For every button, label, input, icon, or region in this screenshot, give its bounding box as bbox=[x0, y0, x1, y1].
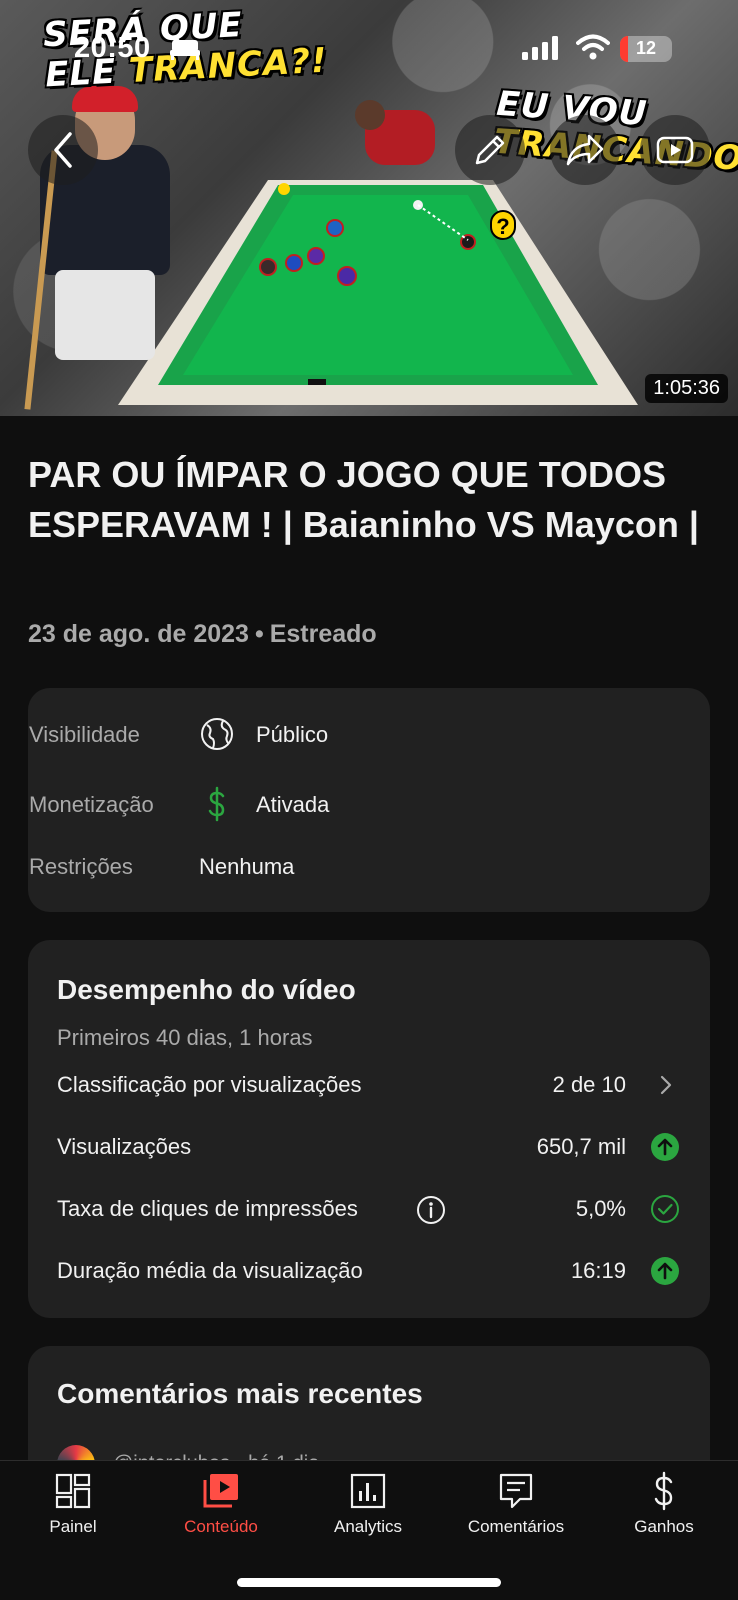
comments-icon bbox=[499, 1473, 533, 1509]
nav-label: Comentários bbox=[467, 1517, 565, 1536]
performance-subtitle: Primeiros 40 dias, 1 horas bbox=[57, 1025, 313, 1050]
analytics-icon bbox=[350, 1473, 386, 1509]
battery-icon: 12 bbox=[620, 36, 672, 62]
ctr-label: Taxa de cliques de impressões bbox=[57, 1196, 358, 1221]
arrow-up-circle-icon bbox=[651, 1133, 679, 1161]
visibility-label: Visibilidade bbox=[29, 722, 140, 747]
youtube-play-icon bbox=[656, 136, 694, 164]
arrow-up-circle-icon bbox=[651, 1257, 679, 1285]
info-icon[interactable] bbox=[415, 1194, 447, 1226]
video-duration-badge: 1:05:36 bbox=[645, 374, 728, 403]
nav-item-painel[interactable]: Painel bbox=[3, 1471, 143, 1537]
question-mark-icon: ? bbox=[490, 210, 516, 240]
open-youtube-button[interactable] bbox=[640, 115, 710, 185]
sleep-bed-icon bbox=[170, 40, 200, 60]
dollar-icon bbox=[208, 786, 225, 822]
views-value: 650,7 mil bbox=[536, 1134, 626, 1159]
video-thumbnail[interactable]: ? SERÁ QUE ELE TRANCA?! EU VOU TRANCANDO… bbox=[0, 0, 738, 416]
video-date: 23 de ago. de 2023 bbox=[28, 620, 249, 648]
nav-item-analytics[interactable]: Analytics bbox=[298, 1471, 438, 1537]
home-indicator[interactable] bbox=[237, 1578, 501, 1587]
share-button[interactable] bbox=[550, 115, 620, 185]
restrictions-value: Nenhuma bbox=[199, 854, 295, 879]
dollar-icon bbox=[654, 1471, 673, 1511]
chevron-right-icon bbox=[660, 1075, 672, 1095]
visibility-row[interactable]: Visibilidade Público bbox=[29, 718, 328, 750]
player-right-image bbox=[355, 100, 445, 180]
pool-table-image bbox=[118, 180, 638, 405]
ranking-value: 2 de 10 bbox=[552, 1072, 626, 1097]
ctr-row: Taxa de cliques de impressões 5,0% bbox=[57, 1192, 682, 1228]
meta-separator: • bbox=[254, 620, 264, 648]
chevron-left-icon bbox=[54, 132, 72, 168]
dashboard-icon bbox=[55, 1473, 91, 1509]
video-status: Estreado bbox=[269, 620, 377, 648]
avg-duration-row: Duração média da visualização 16:19 bbox=[57, 1254, 682, 1290]
check-circle-icon bbox=[651, 1195, 679, 1223]
views-row: Visualizações 650,7 mil bbox=[57, 1130, 682, 1166]
content-library-icon bbox=[203, 1474, 238, 1508]
cellular-signal-icon bbox=[522, 36, 558, 60]
status-bar: 20:50 12 bbox=[0, 0, 738, 100]
status-time: 20:50 bbox=[74, 32, 151, 64]
nav-item-ganhos[interactable]: Ganhos bbox=[594, 1471, 734, 1537]
visibility-value: Público bbox=[256, 722, 329, 747]
avg-duration-label: Duração média da visualização bbox=[57, 1258, 363, 1283]
nav-item-conteudo[interactable]: Conteúdo bbox=[151, 1471, 291, 1537]
restrictions-row[interactable]: Restrições Nenhuma bbox=[29, 854, 294, 880]
nav-label: Painel bbox=[49, 1517, 97, 1536]
comments-title: Comentários mais recentes bbox=[57, 1378, 423, 1409]
pencil-icon bbox=[475, 135, 505, 165]
video-title: PAR OU ÍMPAR O JOGO QUE TODOS ESPERAVAM … bbox=[28, 454, 699, 545]
ranking-label: Classificação por visualizações bbox=[57, 1072, 362, 1097]
video-meta: 23 de ago. de 2023 • Estreado bbox=[28, 620, 377, 649]
monetization-label: Monetização bbox=[29, 792, 154, 817]
nav-label: Ganhos bbox=[634, 1517, 694, 1536]
nav-item-comentarios[interactable]: Comentários bbox=[446, 1471, 586, 1537]
nav-label: Conteúdo bbox=[184, 1517, 258, 1536]
edit-button[interactable] bbox=[455, 115, 525, 185]
restrictions-label: Restrições bbox=[29, 854, 133, 879]
monetization-value: Ativada bbox=[256, 792, 330, 817]
views-label: Visualizações bbox=[57, 1134, 192, 1159]
ranking-row[interactable]: Classificação por visualizações 2 de 10 bbox=[57, 1068, 682, 1104]
monetization-row[interactable]: Monetização Ativada bbox=[29, 786, 329, 822]
back-button[interactable] bbox=[28, 115, 98, 185]
share-arrow-icon bbox=[566, 134, 604, 166]
wifi-icon bbox=[576, 34, 610, 60]
avg-duration-value: 16:19 bbox=[570, 1258, 626, 1283]
nav-label: Analytics bbox=[333, 1517, 403, 1536]
globe-icon bbox=[201, 718, 233, 750]
performance-title: Desempenho do vídeo bbox=[57, 974, 356, 1005]
ctr-value: 5,0% bbox=[575, 1196, 626, 1221]
